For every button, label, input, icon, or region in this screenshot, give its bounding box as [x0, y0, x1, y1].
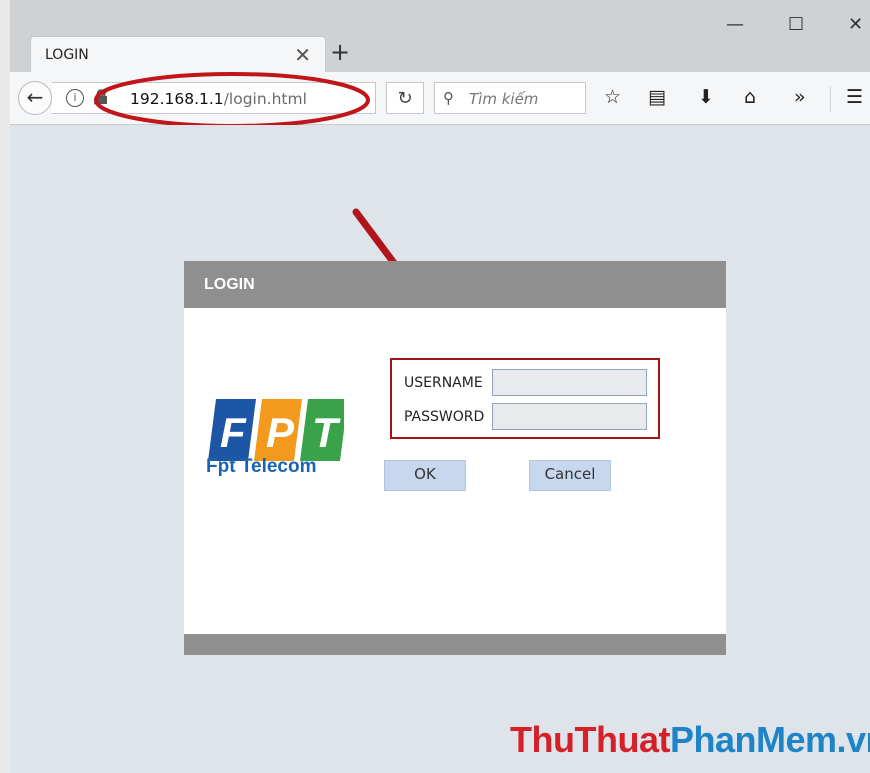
search-box[interactable]: ⚲ Tìm kiếm: [434, 82, 586, 114]
maximize-icon[interactable]: ☐: [788, 14, 804, 35]
cancel-button[interactable]: Cancel: [529, 460, 611, 491]
dialog-footer: [184, 634, 726, 655]
tab-title: LOGIN: [45, 47, 89, 63]
address-bar[interactable]: i 192.168.1.1/login.html: [52, 82, 376, 114]
credentials-box: USERNAME PASSWORD: [390, 358, 660, 439]
search-placeholder: Tìm kiếm: [469, 90, 539, 108]
url-path: /login.html: [223, 90, 307, 108]
brand-subtitle: Fpt Telecom: [206, 456, 317, 477]
brand-letter-f: F: [220, 409, 247, 456]
hamburger-menu-icon[interactable]: ☰: [846, 86, 863, 108]
download-icon[interactable]: ⬇: [698, 86, 714, 108]
back-button[interactable]: ←: [18, 81, 52, 115]
close-window-icon[interactable]: ✕: [848, 14, 863, 35]
reload-icon: ↻: [397, 88, 413, 109]
watermark-part-1: ThuThuat: [510, 719, 670, 760]
site-watermark: ThuThuatPhanMem.vn: [510, 719, 870, 761]
url-host: 192.168.1.1: [130, 90, 224, 108]
username-label: USERNAME: [404, 375, 483, 391]
home-icon[interactable]: ⌂: [744, 86, 756, 108]
search-icon: ⚲: [443, 89, 454, 107]
tab-strip: LOGIN ✕ + — ☐ ✕: [10, 0, 870, 72]
login-dialog: LOGIN F P T Fpt Telecom USERNAME PASSWOR…: [184, 261, 726, 655]
dialog-header: LOGIN: [184, 261, 726, 308]
navigation-toolbar: ← i 192.168.1.1/login.html ↻ ⚲ Tìm kiếm …: [10, 72, 870, 125]
insecure-lock-icon[interactable]: [94, 89, 108, 105]
reading-list-icon[interactable]: ▤: [648, 86, 666, 108]
toolbar-separator: [830, 86, 831, 112]
brand-letter-t: T: [312, 409, 341, 456]
minimize-icon[interactable]: —: [726, 14, 744, 35]
brand-letter-p: P: [266, 409, 295, 456]
overflow-chevrons-icon[interactable]: »: [794, 86, 806, 108]
back-arrow-icon: ←: [26, 85, 44, 109]
new-tab-icon[interactable]: +: [330, 38, 350, 66]
password-input[interactable]: [492, 403, 647, 430]
url-text[interactable]: 192.168.1.1/login.html: [130, 90, 307, 108]
info-icon[interactable]: i: [66, 89, 84, 107]
dialog-title: LOGIN: [204, 276, 255, 293]
watermark-part-2: PhanMem.vn: [669, 719, 870, 760]
password-label: PASSWORD: [404, 409, 485, 425]
ok-button[interactable]: OK: [384, 460, 466, 491]
tab-login[interactable]: LOGIN ✕: [30, 36, 326, 72]
tab-close-icon[interactable]: ✕: [294, 43, 311, 67]
username-input[interactable]: [492, 369, 647, 396]
bookmark-star-icon[interactable]: ☆: [604, 86, 621, 108]
reload-button[interactable]: ↻: [386, 82, 424, 114]
browser-window: LOGIN ✕ + — ☐ ✕ ← i 192.168.1.1/login.ht…: [0, 0, 870, 773]
